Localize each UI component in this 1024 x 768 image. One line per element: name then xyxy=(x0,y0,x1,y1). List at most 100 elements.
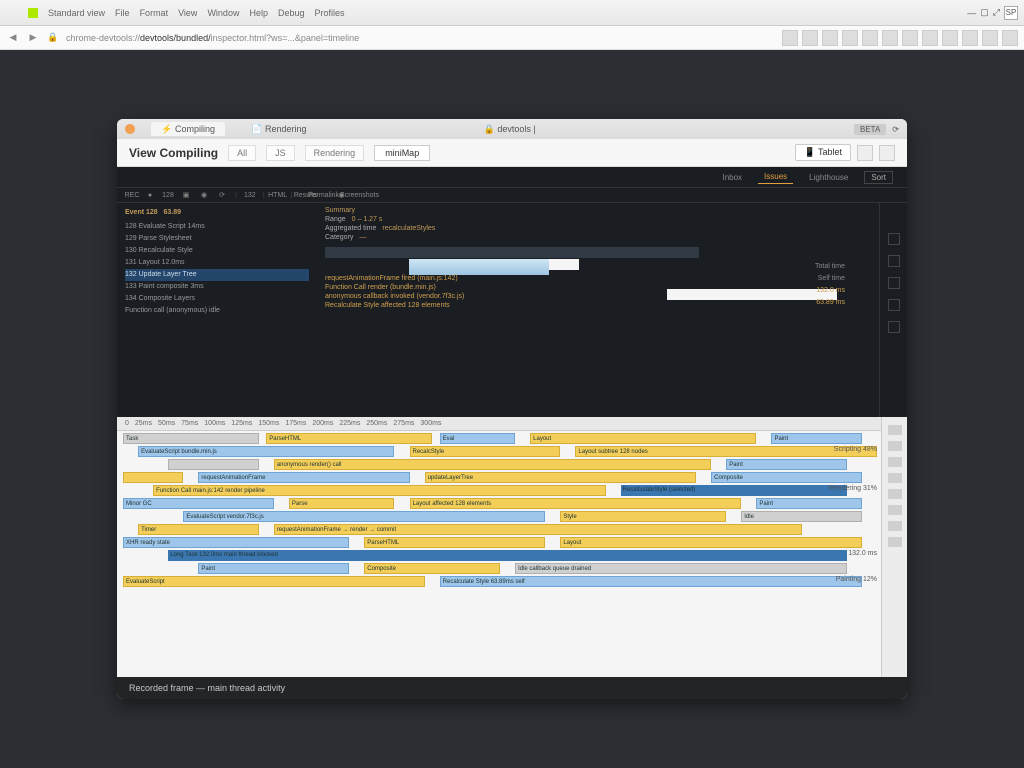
tab-compiling[interactable]: ⚡ Compiling xyxy=(151,122,225,136)
rail-icon[interactable] xyxy=(888,299,900,311)
flame-block[interactable]: Paint xyxy=(756,498,862,509)
gutter-icon[interactable] xyxy=(888,489,902,499)
gutter-icon[interactable] xyxy=(888,537,902,547)
flame-block[interactable]: Paint xyxy=(726,459,847,470)
address-bar[interactable]: chrome-devtools://devtools/bundled/inspe… xyxy=(66,33,359,43)
flame-block[interactable]: Timer xyxy=(138,524,259,535)
flame-block[interactable]: Layout subtree 128 nodes xyxy=(575,446,877,457)
flame-block[interactable]: Minor GC xyxy=(123,498,274,509)
toolbar-icon[interactable] xyxy=(942,30,958,46)
toolbar-item[interactable]: Permalink xyxy=(318,190,328,200)
gutter-icon[interactable] xyxy=(888,457,902,467)
toolbar-item[interactable]: HTML xyxy=(273,190,283,200)
rail-icon[interactable] xyxy=(888,233,900,245)
flame-block[interactable]: ParseHTML xyxy=(364,537,545,548)
flame-block[interactable]: EvaluateScript vendor.7f3c.js xyxy=(183,511,545,522)
call-row[interactable]: requestAnimationFrame fired (main.js:142… xyxy=(325,275,839,282)
event-row[interactable]: 131 Layout 12.0ms xyxy=(125,257,309,269)
toolbar-item[interactable]: 128 xyxy=(163,190,173,200)
flame-block[interactable]: updateLayerTree xyxy=(425,472,696,483)
toolbar-item[interactable]: Screenshots xyxy=(354,190,364,200)
flame-block[interactable]: Layout affected 128 elements xyxy=(410,498,742,509)
export-icon[interactable] xyxy=(879,145,895,161)
flame-block[interactable]: Layout xyxy=(530,433,756,444)
toolbar-icon[interactable] xyxy=(782,30,798,46)
device-pill[interactable]: 📱 Tablet xyxy=(795,144,851,161)
flame-block[interactable]: XHR ready state xyxy=(123,537,349,548)
flame-block[interactable]: Idle xyxy=(741,511,862,522)
flame-block[interactable]: Long Task 132.0ms main thread blocked xyxy=(168,550,847,561)
inspector-tab[interactable]: Lighthouse xyxy=(803,171,854,184)
flame-block[interactable]: Function Call main.js:142 render pipelin… xyxy=(153,485,605,496)
flame-block[interactable]: Eval xyxy=(440,433,515,444)
flame-block[interactable]: RecalcStyle xyxy=(410,446,561,457)
os-menu-item[interactable]: View xyxy=(178,8,197,18)
flame-block[interactable]: Recalculate Style 63.89ms self xyxy=(440,576,862,587)
fullscreen-icon[interactable]: ⤢ xyxy=(993,7,1000,18)
os-menu-item[interactable]: File xyxy=(115,8,130,18)
back-icon[interactable]: ◀ xyxy=(6,31,20,45)
event-row[interactable]: 129 Parse Stylesheet xyxy=(125,233,309,245)
toolbar-item[interactable]: ◉ xyxy=(199,190,209,200)
gutter-icon[interactable] xyxy=(888,473,902,483)
toolbar-icon[interactable] xyxy=(802,30,818,46)
gutter-icon[interactable] xyxy=(888,521,902,531)
flame-block[interactable] xyxy=(123,472,183,483)
rail-icon[interactable] xyxy=(888,255,900,267)
event-row[interactable]: 132 Update Layer Tree xyxy=(125,269,309,281)
inspector-tab[interactable]: Issues xyxy=(758,170,793,184)
flame-block[interactable]: Layout xyxy=(560,537,862,548)
flame-block[interactable]: Parse xyxy=(289,498,395,509)
flame-block[interactable]: Paint xyxy=(771,433,861,444)
flame-block[interactable]: RecalculateStyle (selected) xyxy=(621,485,847,496)
toolbar-icon[interactable] xyxy=(962,30,978,46)
flame-chart-panel[interactable]: 025ms50ms75ms100ms125ms150ms175ms200ms22… xyxy=(117,417,907,677)
toolbar-icon[interactable] xyxy=(1002,30,1018,46)
toolbar-item[interactable]: 132 xyxy=(245,190,255,200)
event-list[interactable]: Event 128 63.89 128 Evaluate Script 14ms… xyxy=(117,203,317,417)
subtab-all[interactable]: All xyxy=(228,145,256,161)
os-menu-item[interactable]: Help xyxy=(249,8,268,18)
toolbar-icon[interactable] xyxy=(822,30,838,46)
flame-block[interactable]: Style xyxy=(560,511,726,522)
flame-block[interactable]: Composite xyxy=(364,563,500,574)
os-menu-item[interactable]: Format xyxy=(140,8,169,18)
event-row[interactable]: 130 Recalculate Style xyxy=(125,245,309,257)
toolbar-icon[interactable] xyxy=(922,30,938,46)
flame-block[interactable]: Task xyxy=(123,433,259,444)
flame-block[interactable]: EvaluateScript bundle.min.js xyxy=(138,446,394,457)
call-row[interactable]: Recalculate Style affected 128 elements xyxy=(325,302,839,309)
flame-block[interactable]: Paint xyxy=(198,563,349,574)
screenshot-thumbnail[interactable] xyxy=(409,259,549,275)
gutter-icon[interactable] xyxy=(888,505,902,515)
flame-block[interactable]: ParseHTML xyxy=(266,433,432,444)
inspector-tab[interactable]: Inbox xyxy=(716,171,748,184)
flame-block[interactable]: Composite xyxy=(711,472,862,483)
minimize-icon[interactable]: — xyxy=(967,8,976,18)
subtab-rendering[interactable]: Rendering xyxy=(305,145,365,161)
call-row[interactable]: Function Call render (bundle.min.js) xyxy=(325,284,839,291)
toolbar-icon[interactable] xyxy=(882,30,898,46)
toolbar-icon[interactable] xyxy=(842,30,858,46)
flame-block[interactable]: anonymous render() call xyxy=(274,459,711,470)
forward-icon[interactable]: ▶ xyxy=(26,31,40,45)
flame-block[interactable]: requestAnimationFrame → render → commit xyxy=(274,524,802,535)
subtab-js[interactable]: JS xyxy=(266,145,295,161)
event-row[interactable]: 128 Evaluate Script 14ms xyxy=(125,221,309,233)
toolbar-icon[interactable] xyxy=(982,30,998,46)
toolbar-icon[interactable] xyxy=(862,30,878,46)
event-row[interactable]: Function call (anonymous) idle xyxy=(125,305,309,317)
os-menu-item[interactable]: Profiles xyxy=(315,8,345,18)
toolbar-item[interactable]: REC xyxy=(127,190,137,200)
time-ruler[interactable]: 025ms50ms75ms100ms125ms150ms175ms200ms22… xyxy=(117,417,907,431)
os-menu-item[interactable]: Window xyxy=(207,8,239,18)
flame-block[interactable]: Idle callback queue drained xyxy=(515,563,847,574)
toolbar-item[interactable]: ● xyxy=(145,190,155,200)
maximize-icon[interactable]: ▢ xyxy=(980,7,989,18)
gutter-icon[interactable] xyxy=(888,425,902,435)
call-row[interactable]: anonymous callback invoked (vendor.7f3c.… xyxy=(325,293,839,300)
minimap-toggle[interactable]: miniMap xyxy=(374,145,430,161)
toolbar-item[interactable]: ⟳ xyxy=(217,190,227,200)
sort-button[interactable]: Sort xyxy=(864,171,893,184)
os-menu-item[interactable]: Standard view xyxy=(48,8,105,18)
